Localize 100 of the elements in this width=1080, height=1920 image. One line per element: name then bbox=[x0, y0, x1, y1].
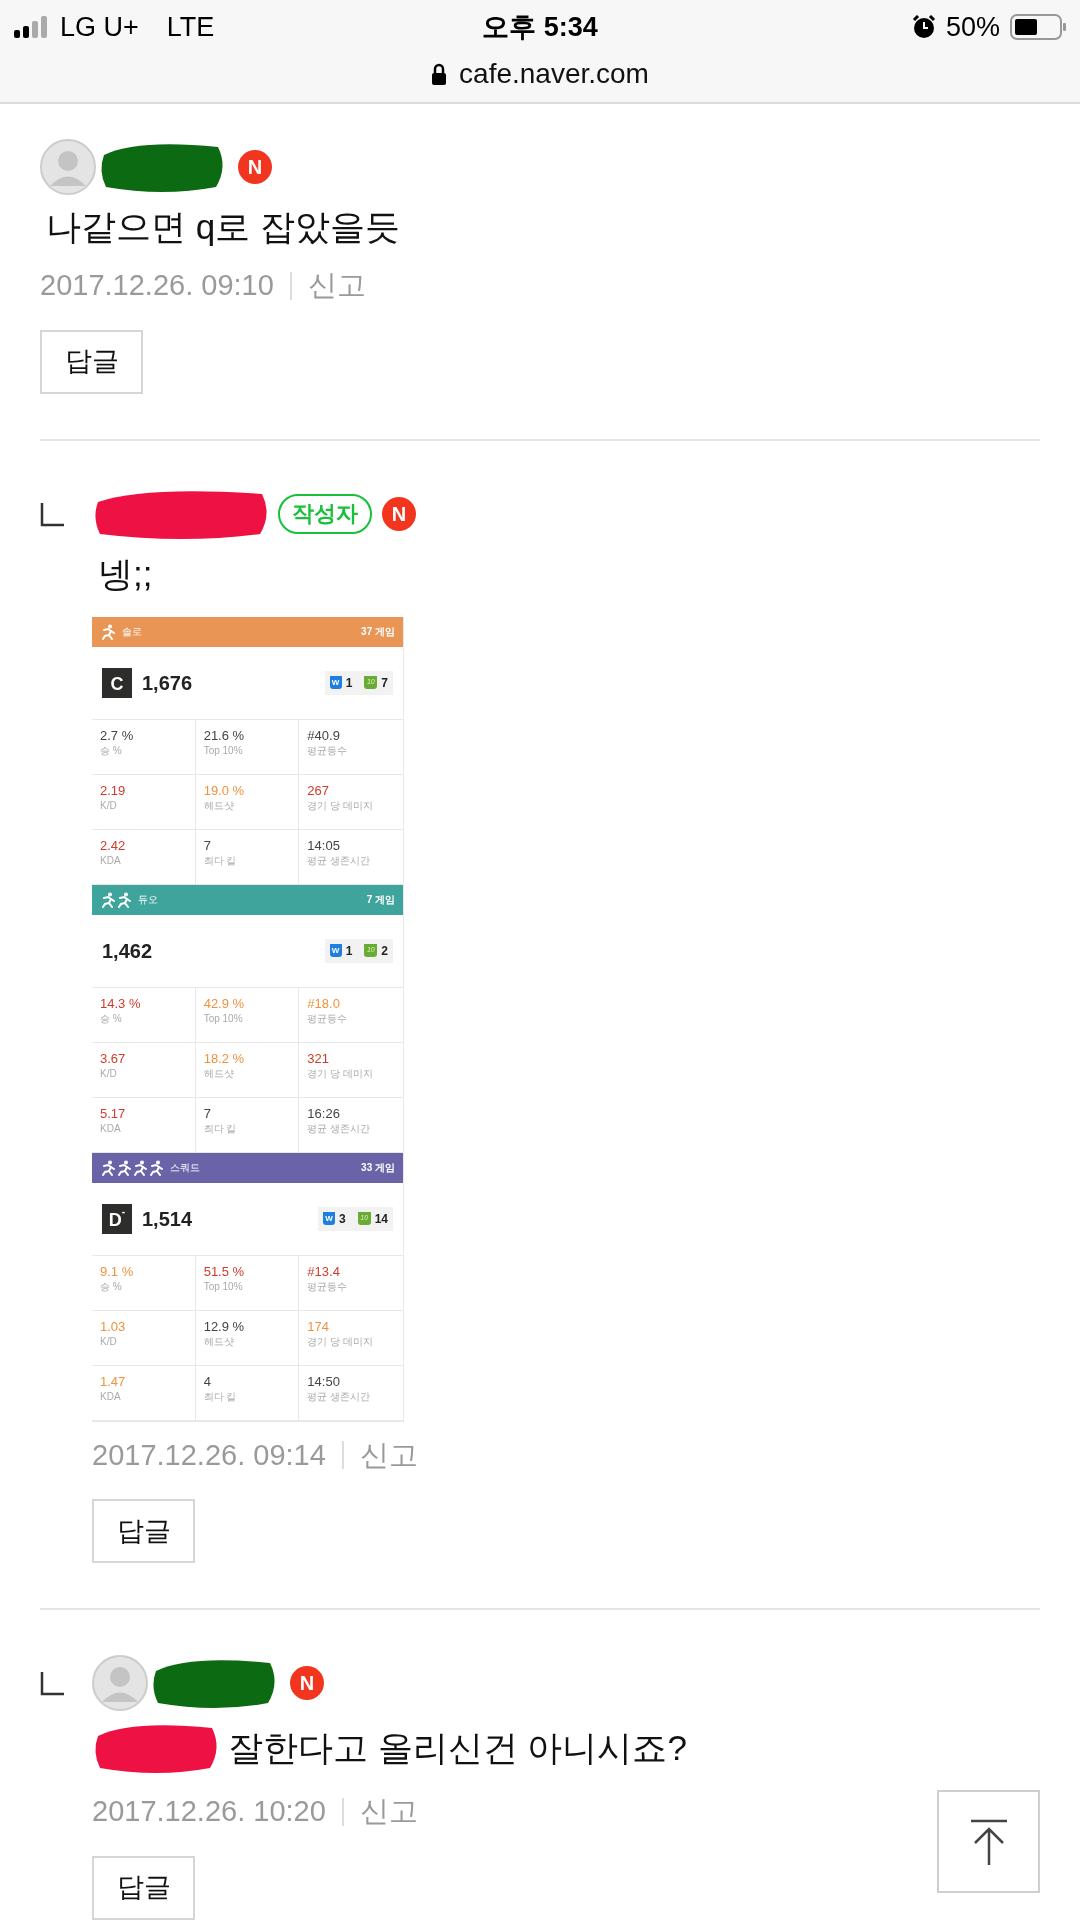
stat-value: 2.19 bbox=[100, 782, 127, 799]
stat-value: 2.7 % bbox=[100, 727, 135, 744]
stat-value: 4 bbox=[203, 1373, 212, 1390]
stat-label: 평균등수 bbox=[307, 1011, 349, 1025]
stat-value: 3.67 bbox=[100, 1050, 127, 1067]
comment-date: 2017.12.26. 09:14 bbox=[92, 1437, 326, 1473]
win-count: 1 bbox=[345, 674, 353, 692]
stat-label: K/D bbox=[100, 798, 118, 812]
new-badge: N bbox=[290, 1666, 324, 1700]
stat-value: 5.17 bbox=[100, 1105, 127, 1122]
scroll-to-top-button[interactable] bbox=[937, 1790, 1040, 1893]
stat-value: 16:26 bbox=[307, 1105, 341, 1122]
stat-label: KDA bbox=[100, 1389, 122, 1403]
reply-button[interactable]: 답글 bbox=[92, 1499, 195, 1563]
stat-value: 51.5 % bbox=[203, 1263, 246, 1280]
stat-label: Top 10% bbox=[203, 1011, 244, 1025]
stat-value: 14:50 bbox=[307, 1373, 341, 1390]
stat-value: 19.0 % bbox=[203, 782, 246, 799]
carrier-name: LG U+ bbox=[60, 10, 139, 44]
stat-label: 헤드샷 bbox=[203, 798, 235, 812]
stat-value: 7 bbox=[203, 1105, 212, 1122]
new-badge: N bbox=[382, 496, 416, 531]
stat-label: 헤드샷 bbox=[203, 1066, 235, 1080]
win-icon: W bbox=[322, 1212, 335, 1225]
rating-value: 1,514 bbox=[142, 1206, 193, 1232]
stat-label: 최다 킬 bbox=[203, 1389, 238, 1403]
stat-label: 평균등수 bbox=[307, 1279, 349, 1293]
stat-value: #40.9 bbox=[307, 727, 341, 744]
stat-label: 최다 킬 bbox=[203, 853, 238, 867]
tier-emblem: D- bbox=[102, 1203, 132, 1234]
battery-icon bbox=[1010, 14, 1066, 40]
stat-value: 321 bbox=[307, 1050, 331, 1067]
battery-percent: 50% bbox=[945, 10, 1000, 44]
stat-value: 18.2 % bbox=[203, 1050, 246, 1067]
stat-label: K/D bbox=[100, 1334, 118, 1348]
lock-icon bbox=[431, 63, 448, 85]
runner-icon bbox=[100, 1159, 164, 1176]
runner-icon bbox=[100, 891, 132, 908]
stat-value: 9.1 % bbox=[100, 1263, 135, 1280]
stat-label: Top 10% bbox=[203, 1279, 244, 1293]
stat-value: #18.0 bbox=[307, 995, 341, 1012]
stat-value: 7 bbox=[203, 837, 212, 854]
network-type: LTE bbox=[166, 10, 215, 44]
comment-date: 2017.12.26. 09:10 bbox=[40, 268, 274, 303]
signal-icon bbox=[14, 16, 50, 38]
reply-indent-icon bbox=[40, 502, 64, 527]
game-count: 33 게임 bbox=[361, 1161, 395, 1175]
comment-text: 잘한다고 올리신건 아니시죠? bbox=[228, 1727, 687, 1769]
game-count: 37 게임 bbox=[361, 625, 395, 639]
rating-value: 1,676 bbox=[142, 670, 193, 696]
win-icon: W bbox=[329, 944, 342, 957]
stat-value: 267 bbox=[307, 782, 331, 799]
new-badge: N bbox=[238, 150, 272, 184]
top10-count: 14 bbox=[374, 1210, 388, 1228]
stat-label: 평균 생존시간 bbox=[307, 1389, 372, 1403]
comment-text: 넹;; bbox=[98, 552, 153, 595]
stat-value: 21.6 % bbox=[203, 727, 246, 744]
stat-value: 14:05 bbox=[307, 837, 341, 854]
stat-label: 최다 킬 bbox=[203, 1121, 238, 1135]
mode-name: 스쿼드 bbox=[170, 1161, 200, 1175]
avatar-icon bbox=[92, 1655, 148, 1711]
stat-value: 174 bbox=[307, 1318, 331, 1335]
win-count: 1 bbox=[345, 942, 353, 960]
game-count: 7 게임 bbox=[366, 893, 395, 907]
stat-label: K/D bbox=[100, 1066, 118, 1080]
runner-icon bbox=[100, 623, 116, 640]
stat-label: KDA bbox=[100, 1121, 122, 1135]
comment-date: 2017.12.26. 10:20 bbox=[92, 1794, 326, 1829]
stat-value: 1.47 bbox=[100, 1373, 127, 1390]
stat-value: 42.9 % bbox=[203, 995, 246, 1012]
comment-text: 나같으면 q로 잡았을듯 bbox=[46, 206, 400, 248]
reply-button[interactable]: 답글 bbox=[92, 1855, 195, 1920]
top10-count: 7 bbox=[381, 674, 388, 692]
stat-label: 평균 생존시간 bbox=[307, 1121, 372, 1135]
stat-label: 평균등수 bbox=[307, 743, 349, 757]
top10-count: 2 bbox=[381, 942, 388, 960]
mode-name: 듀오 bbox=[138, 893, 158, 907]
stat-label: 평균 생존시간 bbox=[307, 853, 372, 867]
stat-label: 승 % bbox=[100, 1279, 123, 1293]
stat-label: 승 % bbox=[100, 1011, 123, 1025]
stat-label: 경기 당 데미지 bbox=[307, 1334, 374, 1348]
stat-value: #13.4 bbox=[307, 1263, 341, 1280]
stat-label: Top 10% bbox=[203, 743, 244, 757]
stat-value: 2.42 bbox=[100, 837, 127, 854]
mode-name: 솔로 bbox=[122, 625, 142, 639]
avatar-icon bbox=[40, 139, 96, 195]
arrow-up-icon bbox=[968, 1818, 1009, 1865]
stat-value: 1.03 bbox=[100, 1318, 127, 1335]
reply-button[interactable]: 답글 bbox=[40, 329, 143, 394]
stat-value: 12.9 % bbox=[203, 1318, 246, 1335]
url-text[interactable]: cafe.naver.com bbox=[459, 53, 649, 95]
win-icon: W bbox=[329, 676, 342, 689]
tier-emblem: C bbox=[102, 667, 132, 698]
win-count: 3 bbox=[338, 1210, 346, 1228]
stat-label: 승 % bbox=[100, 743, 123, 757]
reply-indent-icon bbox=[40, 1672, 64, 1696]
stat-label: 경기 당 데미지 bbox=[307, 798, 374, 812]
clock-time: 오후 5:34 bbox=[482, 10, 598, 44]
stat-label: KDA bbox=[100, 853, 122, 867]
rating-value: 1,462 bbox=[102, 938, 153, 964]
